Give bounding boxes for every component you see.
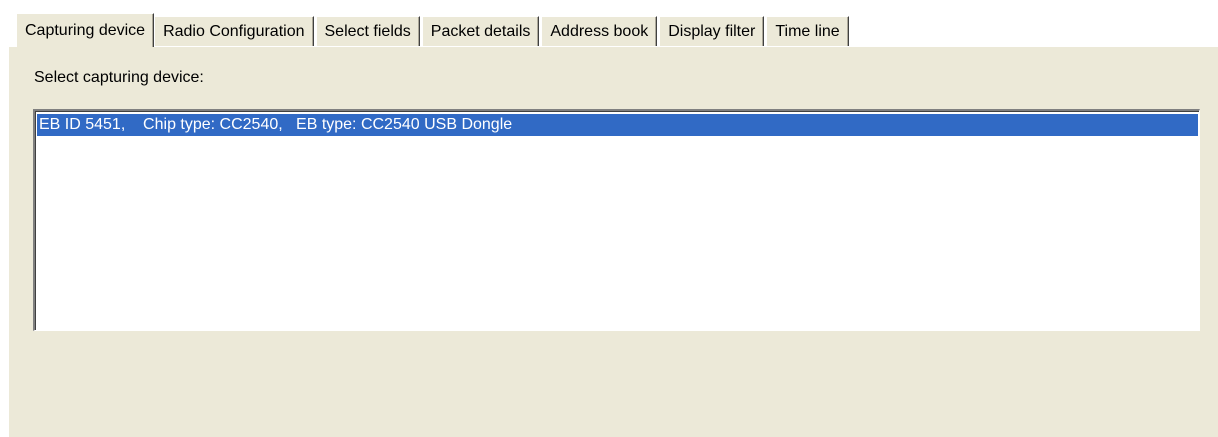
packet-sniffer-settings: Capturing device Radio Configuration Sel…	[0, 0, 1218, 437]
tab-label: Packet details	[430, 22, 531, 40]
settings-tabstrip: Capturing device Radio Configuration Sel…	[16, 12, 851, 47]
tab-label: Display filter	[668, 22, 756, 40]
tab-label: Select fields	[324, 22, 411, 40]
tab-capturing-device[interactable]: Capturing device	[16, 13, 155, 47]
capturing-device-panel: Select capturing device: EB ID 5451, Chi…	[8, 46, 1218, 437]
tab-select-fields[interactable]: Select fields	[315, 16, 420, 46]
tab-label: Address book	[550, 22, 649, 40]
tab-time-line[interactable]: Time line	[766, 16, 849, 46]
tab-label: Time line	[775, 22, 840, 40]
tab-label: Capturing device	[25, 21, 146, 39]
tab-label: Radio Configuration	[163, 22, 305, 40]
device-list-item[interactable]: EB ID 5451, Chip type: CC2540, EB type: …	[37, 114, 1198, 136]
tab-address-book[interactable]: Address book	[541, 16, 658, 46]
tab-packet-details[interactable]: Packet details	[421, 16, 540, 46]
tab-display-filter[interactable]: Display filter	[659, 16, 765, 46]
capturing-device-list[interactable]: EB ID 5451, Chip type: CC2540, EB type: …	[33, 109, 1200, 331]
tab-radio-configuration[interactable]: Radio Configuration	[154, 16, 314, 46]
select-device-label: Select capturing device:	[34, 69, 204, 86]
